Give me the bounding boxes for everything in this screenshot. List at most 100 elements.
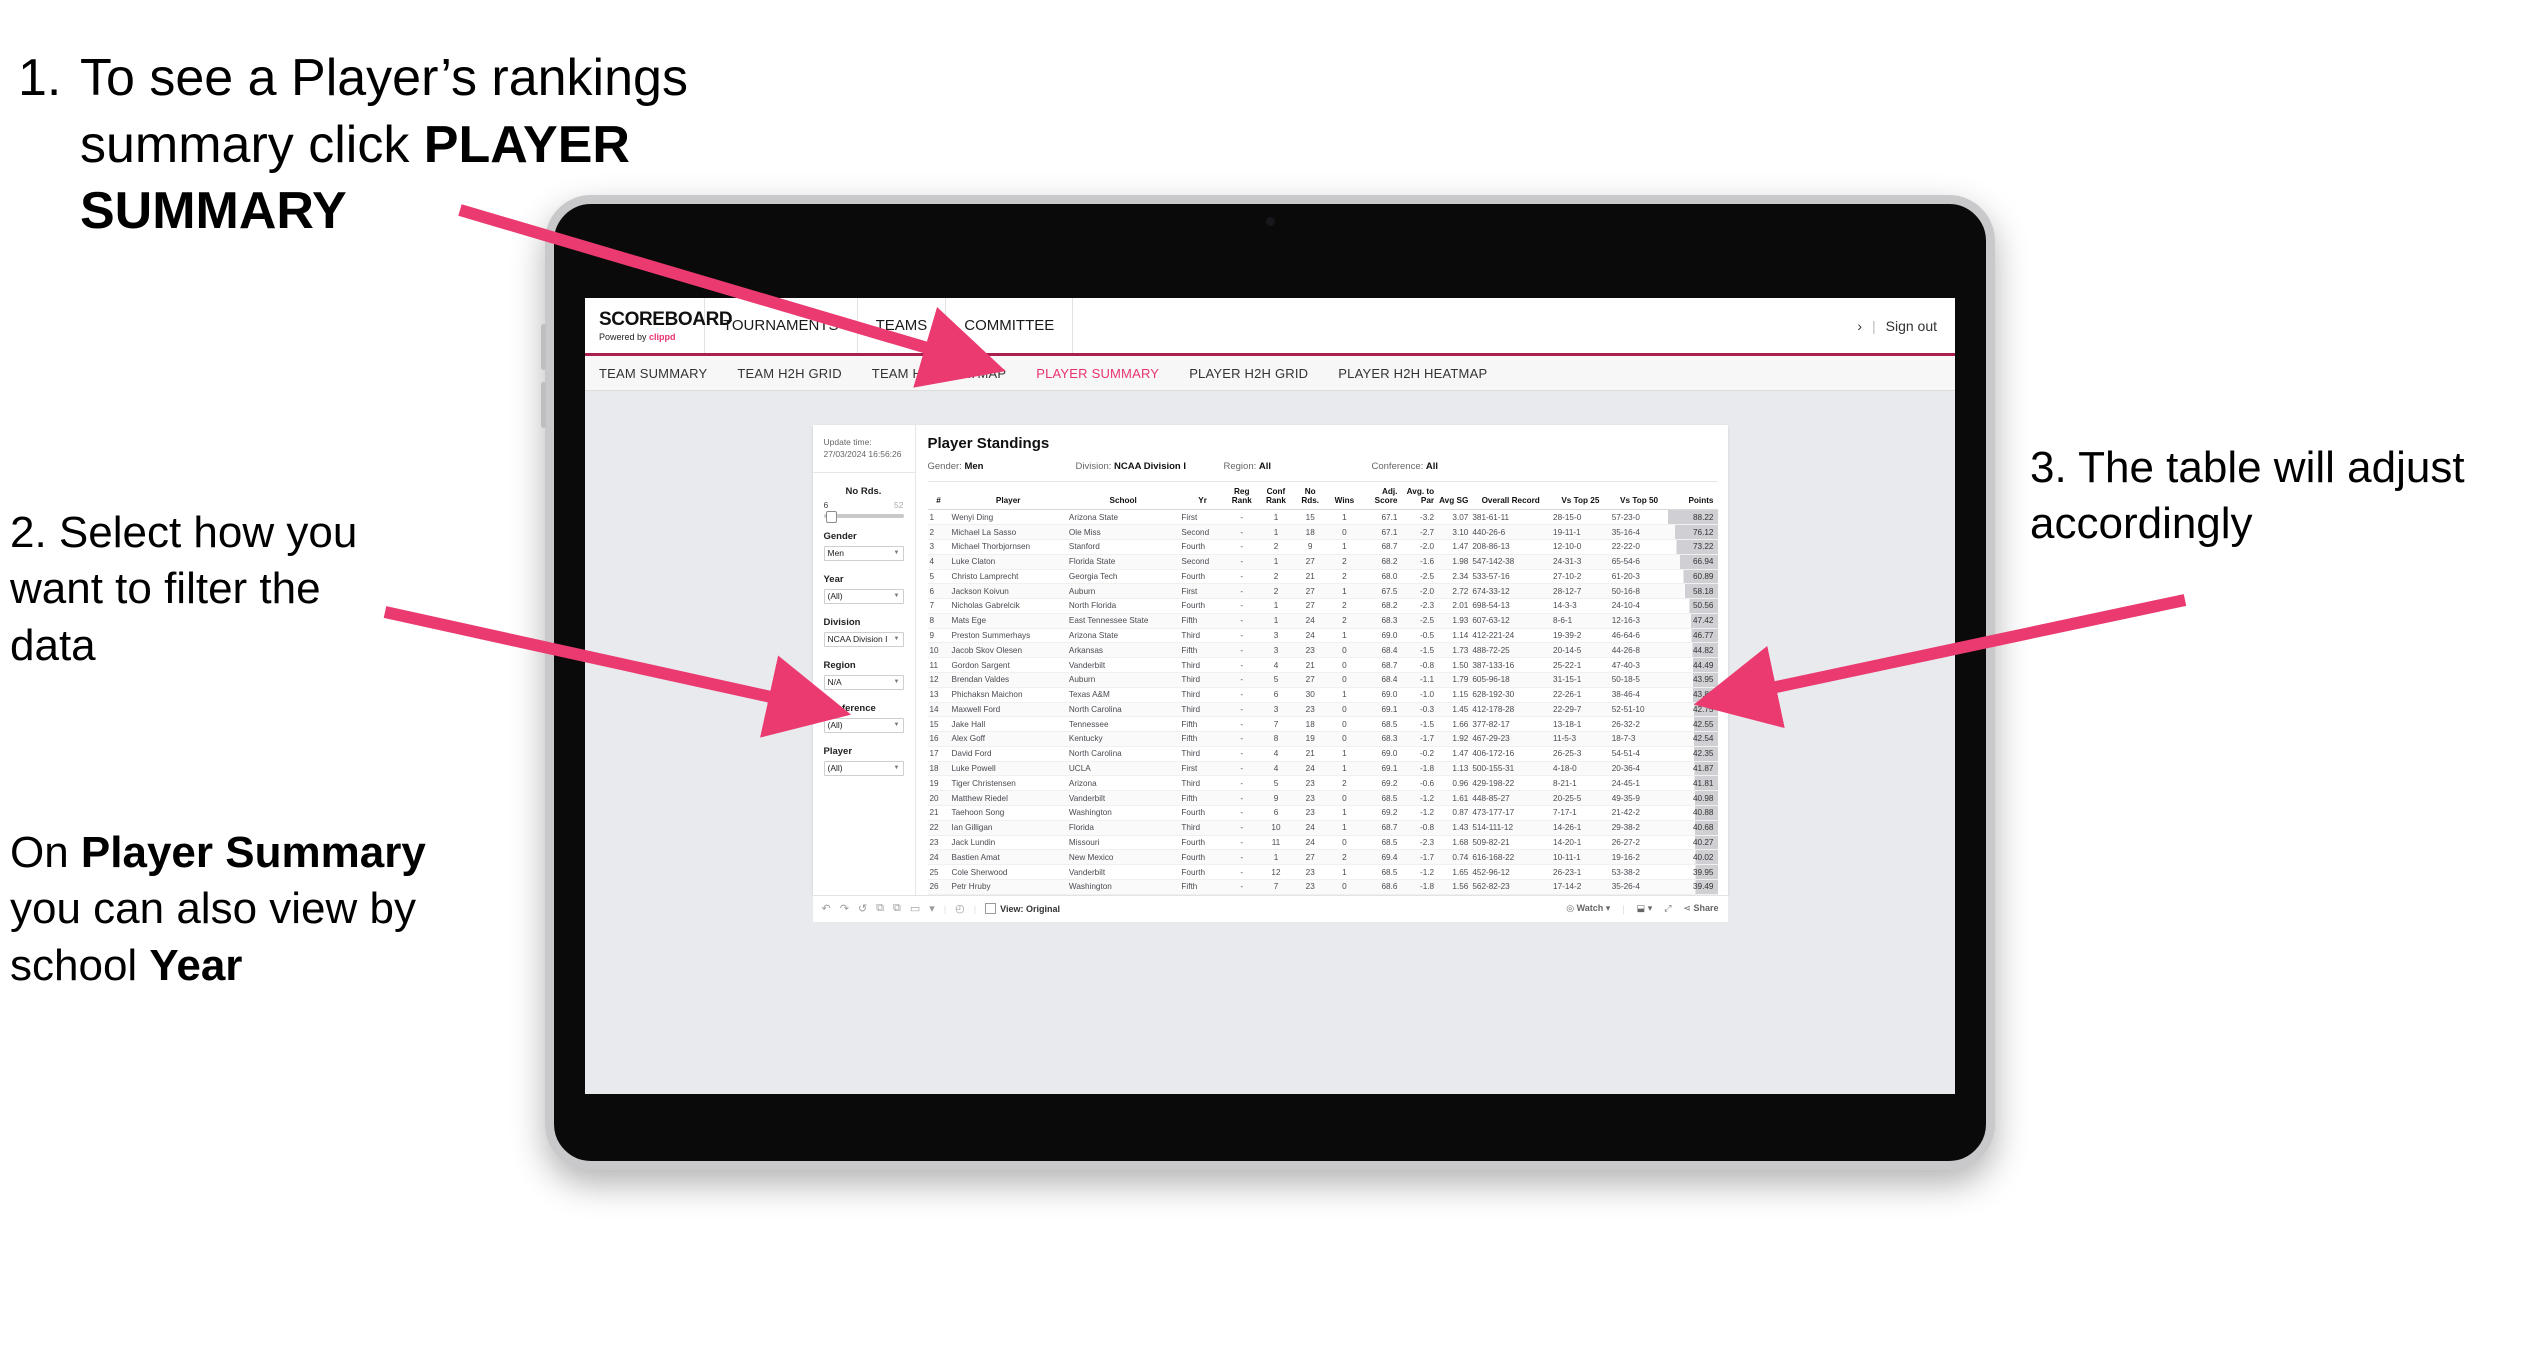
cell-as: 69.0 <box>1362 687 1400 703</box>
top-nav-item-tournaments[interactable]: TOURNAMENTS <box>705 298 858 353</box>
table-row[interactable]: 10 Jacob Skov Olesen Arkansas Fifth -3 23 0 68.… <box>927 642 1718 659</box>
table-row[interactable]: 15 Jake Hall Tennessee Fifth -7 18 0 68.5 -1.5 1.… <box>927 716 1718 733</box>
col-wins[interactable]: Wins <box>1326 484 1363 511</box>
tab-team-h2h-heatmap[interactable]: TEAM H2H HEATMAP <box>872 366 1006 381</box>
watch-button[interactable]: ◎ Watch ▾ <box>1566 903 1610 914</box>
cell-ap: -1.2 <box>1399 790 1437 806</box>
table-row[interactable]: 24 Bastien Amat New Mexico Fourth -1 27 2 69.4-… <box>927 849 1718 866</box>
tableau-toolbar-wrap: ↶ ↷ ↺ ⧉ ⧉ ▭ ▾ | ◴ | View: Original ◎ Wat… <box>812 894 1728 922</box>
table-row[interactable]: 14 Maxwell Ford North Carolina Third -3 23 0 69… <box>927 702 1718 718</box>
download-button[interactable]: ⬓ ▾ <box>1637 903 1653 914</box>
table-row[interactable]: 18 Luke Powell UCLA First -4 24 1 69.1 -1.8 1.13 5… <box>927 761 1718 777</box>
cell-as: 67.1 <box>1362 509 1400 526</box>
table-row[interactable]: 17 David Ford North Carolina Third -4 21 1 69.0… <box>927 746 1718 762</box>
table-row[interactable]: 1 Wenyi Ding Arizona State First -1 15 1 67.1 -3… <box>927 509 1718 526</box>
cell-nr: 27 <box>1294 598 1327 614</box>
tab-team-h2h-grid[interactable]: TEAM H2H GRID <box>737 366 841 381</box>
table-row[interactable]: 5 Christo Lamprecht Georgia Tech Fourth -2 21… <box>927 569 1718 585</box>
tab-team-summary[interactable]: TEAM SUMMARY <box>599 366 707 381</box>
no-rounds-slider-handle[interactable] <box>825 510 837 523</box>
share-button[interactable]: ⋖ Share <box>1683 903 1718 914</box>
revert-icon[interactable]: ↺ <box>858 902 867 915</box>
table-row[interactable]: 19 Tiger Christensen Arizona Third -5 23 2 69.2… <box>927 775 1718 792</box>
table-row[interactable]: 3 Michael Thorbjornsen Stanford Fourth -2 9 1 6… <box>927 539 1718 555</box>
table-row[interactable]: 2 Michael La Sasso Ole Miss Second -1 18 0 67.1… <box>927 524 1718 540</box>
tab-player-h2h-grid[interactable]: PLAYER H2H GRID <box>1189 366 1308 381</box>
tab-player-h2h-heatmap[interactable]: PLAYER H2H HEATMAP <box>1338 366 1487 381</box>
filter-year-select[interactable]: (All) ▼ <box>823 588 904 604</box>
cell-cr: 1 <box>1257 613 1295 629</box>
cell-t25: 24-31-3 <box>1551 554 1610 570</box>
filter-player-select[interactable]: (All) ▼ <box>823 760 904 776</box>
col-player[interactable]: Player <box>949 484 1067 511</box>
volume-up-button <box>541 324 546 370</box>
col-rank[interactable]: # <box>927 484 950 511</box>
col-conf-rank[interactable]: Conf Rank <box>1257 484 1295 511</box>
pause-updates-icon[interactable]: ⧉ <box>893 902 901 915</box>
table-row[interactable]: 6 Jackson Koivun Auburn First -2 27 1 67.5 -2.0 2… <box>927 583 1718 600</box>
redo-icon[interactable]: ↷ <box>840 902 849 915</box>
table-row[interactable]: 21 Taehoon Song Washington Fourth -6 23 1 69.2-… <box>927 805 1718 821</box>
col-vs-top-25[interactable]: Vs Top 25 <box>1551 484 1610 511</box>
cell-or: 514-111-12 <box>1470 820 1552 836</box>
table-row[interactable]: 26 Petr Hruby Washington Fifth -7 23 0 68.6 -1.8… <box>927 879 1718 895</box>
chevron-right-icon[interactable]: › <box>1857 318 1862 334</box>
brand-logo[interactable]: SCOREBOARD Powered by clippd <box>585 298 733 353</box>
rail-divider <box>812 471 915 473</box>
no-rounds-slider[interactable] <box>823 510 904 523</box>
chevron-down-icon[interactable]: ▾ <box>929 902 935 915</box>
table-row[interactable]: 4 Luke Claton Florida State Second -1 27 2 68.2… <box>927 554 1718 570</box>
col-avg-to-par[interactable]: Avg. to Par <box>1399 484 1437 511</box>
cell-ap: -1.7 <box>1399 849 1437 866</box>
refresh-icon[interactable]: ⧉ <box>876 902 884 915</box>
table-row[interactable]: 25 Cole Sherwood Vanderbilt Fourth -12 23 1 68.… <box>927 864 1718 880</box>
col-overall-rec[interactable]: Overall Record <box>1470 484 1552 511</box>
table-row[interactable]: 23 Jack Lundin Missouri Fourth -11 24 0 68.5 -2.… <box>927 835 1718 851</box>
cell-as: 68.6 <box>1362 879 1400 895</box>
cell-sg: 1.47 <box>1436 539 1471 555</box>
col-avg-sg[interactable]: Avg SG <box>1436 484 1471 511</box>
col-school[interactable]: School <box>1066 484 1180 511</box>
table-row[interactable]: 11 Gordon Sargent Vanderbilt Third -4 21 0 68.7… <box>927 657 1718 673</box>
table-row[interactable]: 9 Preston Summerhays Arizona State Third -3 2… <box>927 628 1718 644</box>
table-row[interactable]: 12 Brendan Valdes Auburn Third -5 27 0 68.4 -1.1… <box>927 672 1718 688</box>
filter-division-select[interactable]: NCAA Division I ▼ <box>823 631 904 647</box>
table-row[interactable]: 13 Phichaksn Maichon Texas A&M Third -6 30 1 69… <box>927 687 1718 703</box>
cell-cr: 2 <box>1257 539 1295 555</box>
cell-y: First <box>1179 583 1226 600</box>
col-year[interactable]: Yr <box>1179 484 1226 511</box>
dashboard-area: Update time: 27/03/2024 16:56:26 No Rds.… <box>585 391 1955 895</box>
col-points[interactable]: Points <box>1668 484 1718 511</box>
cell-ap: -2.5 <box>1399 613 1437 629</box>
table-row[interactable]: 7 Nicholas Gabrelcik North Florida Fourth -1… <box>927 598 1718 614</box>
fullscreen-button[interactable]: ⤢ <box>1664 903 1671 914</box>
tab-player-summary[interactable]: PLAYER SUMMARY <box>1036 366 1159 381</box>
table-row[interactable]: 16 Alex Goff Kentucky Fifth -8 19 0 68.3 -1.7 1.9… <box>927 731 1718 747</box>
undo-icon[interactable]: ↶ <box>822 902 831 915</box>
col-no-rds[interactable]: No Rds. <box>1294 484 1327 511</box>
cell-pt: 73.22 <box>1668 539 1718 555</box>
cell-t25: 26-25-3 <box>1551 746 1610 762</box>
table-row[interactable]: 20 Matthew Riedel Vanderbilt Fifth -9 23 0 68.5… <box>927 790 1718 806</box>
alerts-icon[interactable]: ▭ <box>910 902 920 915</box>
cell-rr: - <box>1225 702 1258 718</box>
filter-gender-select[interactable]: Men ▼ <box>823 545 904 561</box>
cell-s: Georgia Tech <box>1066 569 1180 585</box>
sign-out-link[interactable]: Sign out <box>1886 318 1937 334</box>
top-nav-item-teams[interactable]: TEAMS <box>858 298 947 353</box>
cell-w: 1 <box>1326 805 1363 821</box>
col-reg-rank[interactable]: Reg Rank <box>1225 484 1258 511</box>
col-vs-top-50[interactable]: Vs Top 50 <box>1609 484 1669 511</box>
cell-pt: 42.54 <box>1668 731 1718 747</box>
filter-conference-select[interactable]: (All) ▼ <box>823 717 904 733</box>
cell-p: David Ford <box>949 746 1067 762</box>
view-original-button[interactable]: View: Original <box>985 903 1060 915</box>
cell-pt: 40.88 <box>1668 805 1718 821</box>
table-row[interactable]: 8 Mats Ege East Tennessee State Fifth -1 24 2 6… <box>927 613 1718 629</box>
col-adj-score[interactable]: Adj. Score <box>1362 484 1400 511</box>
cell-sg: 1.56 <box>1436 879 1471 895</box>
top-nav-item-committee[interactable]: COMMITTEE <box>946 298 1074 353</box>
table-row[interactable]: 22 Ian Gilligan Florida Third -10 24 1 68.7 -0.8… <box>927 820 1718 836</box>
data-details-icon[interactable]: ◴ <box>955 902 965 915</box>
filter-region-select[interactable]: N/A ▼ <box>823 674 904 690</box>
